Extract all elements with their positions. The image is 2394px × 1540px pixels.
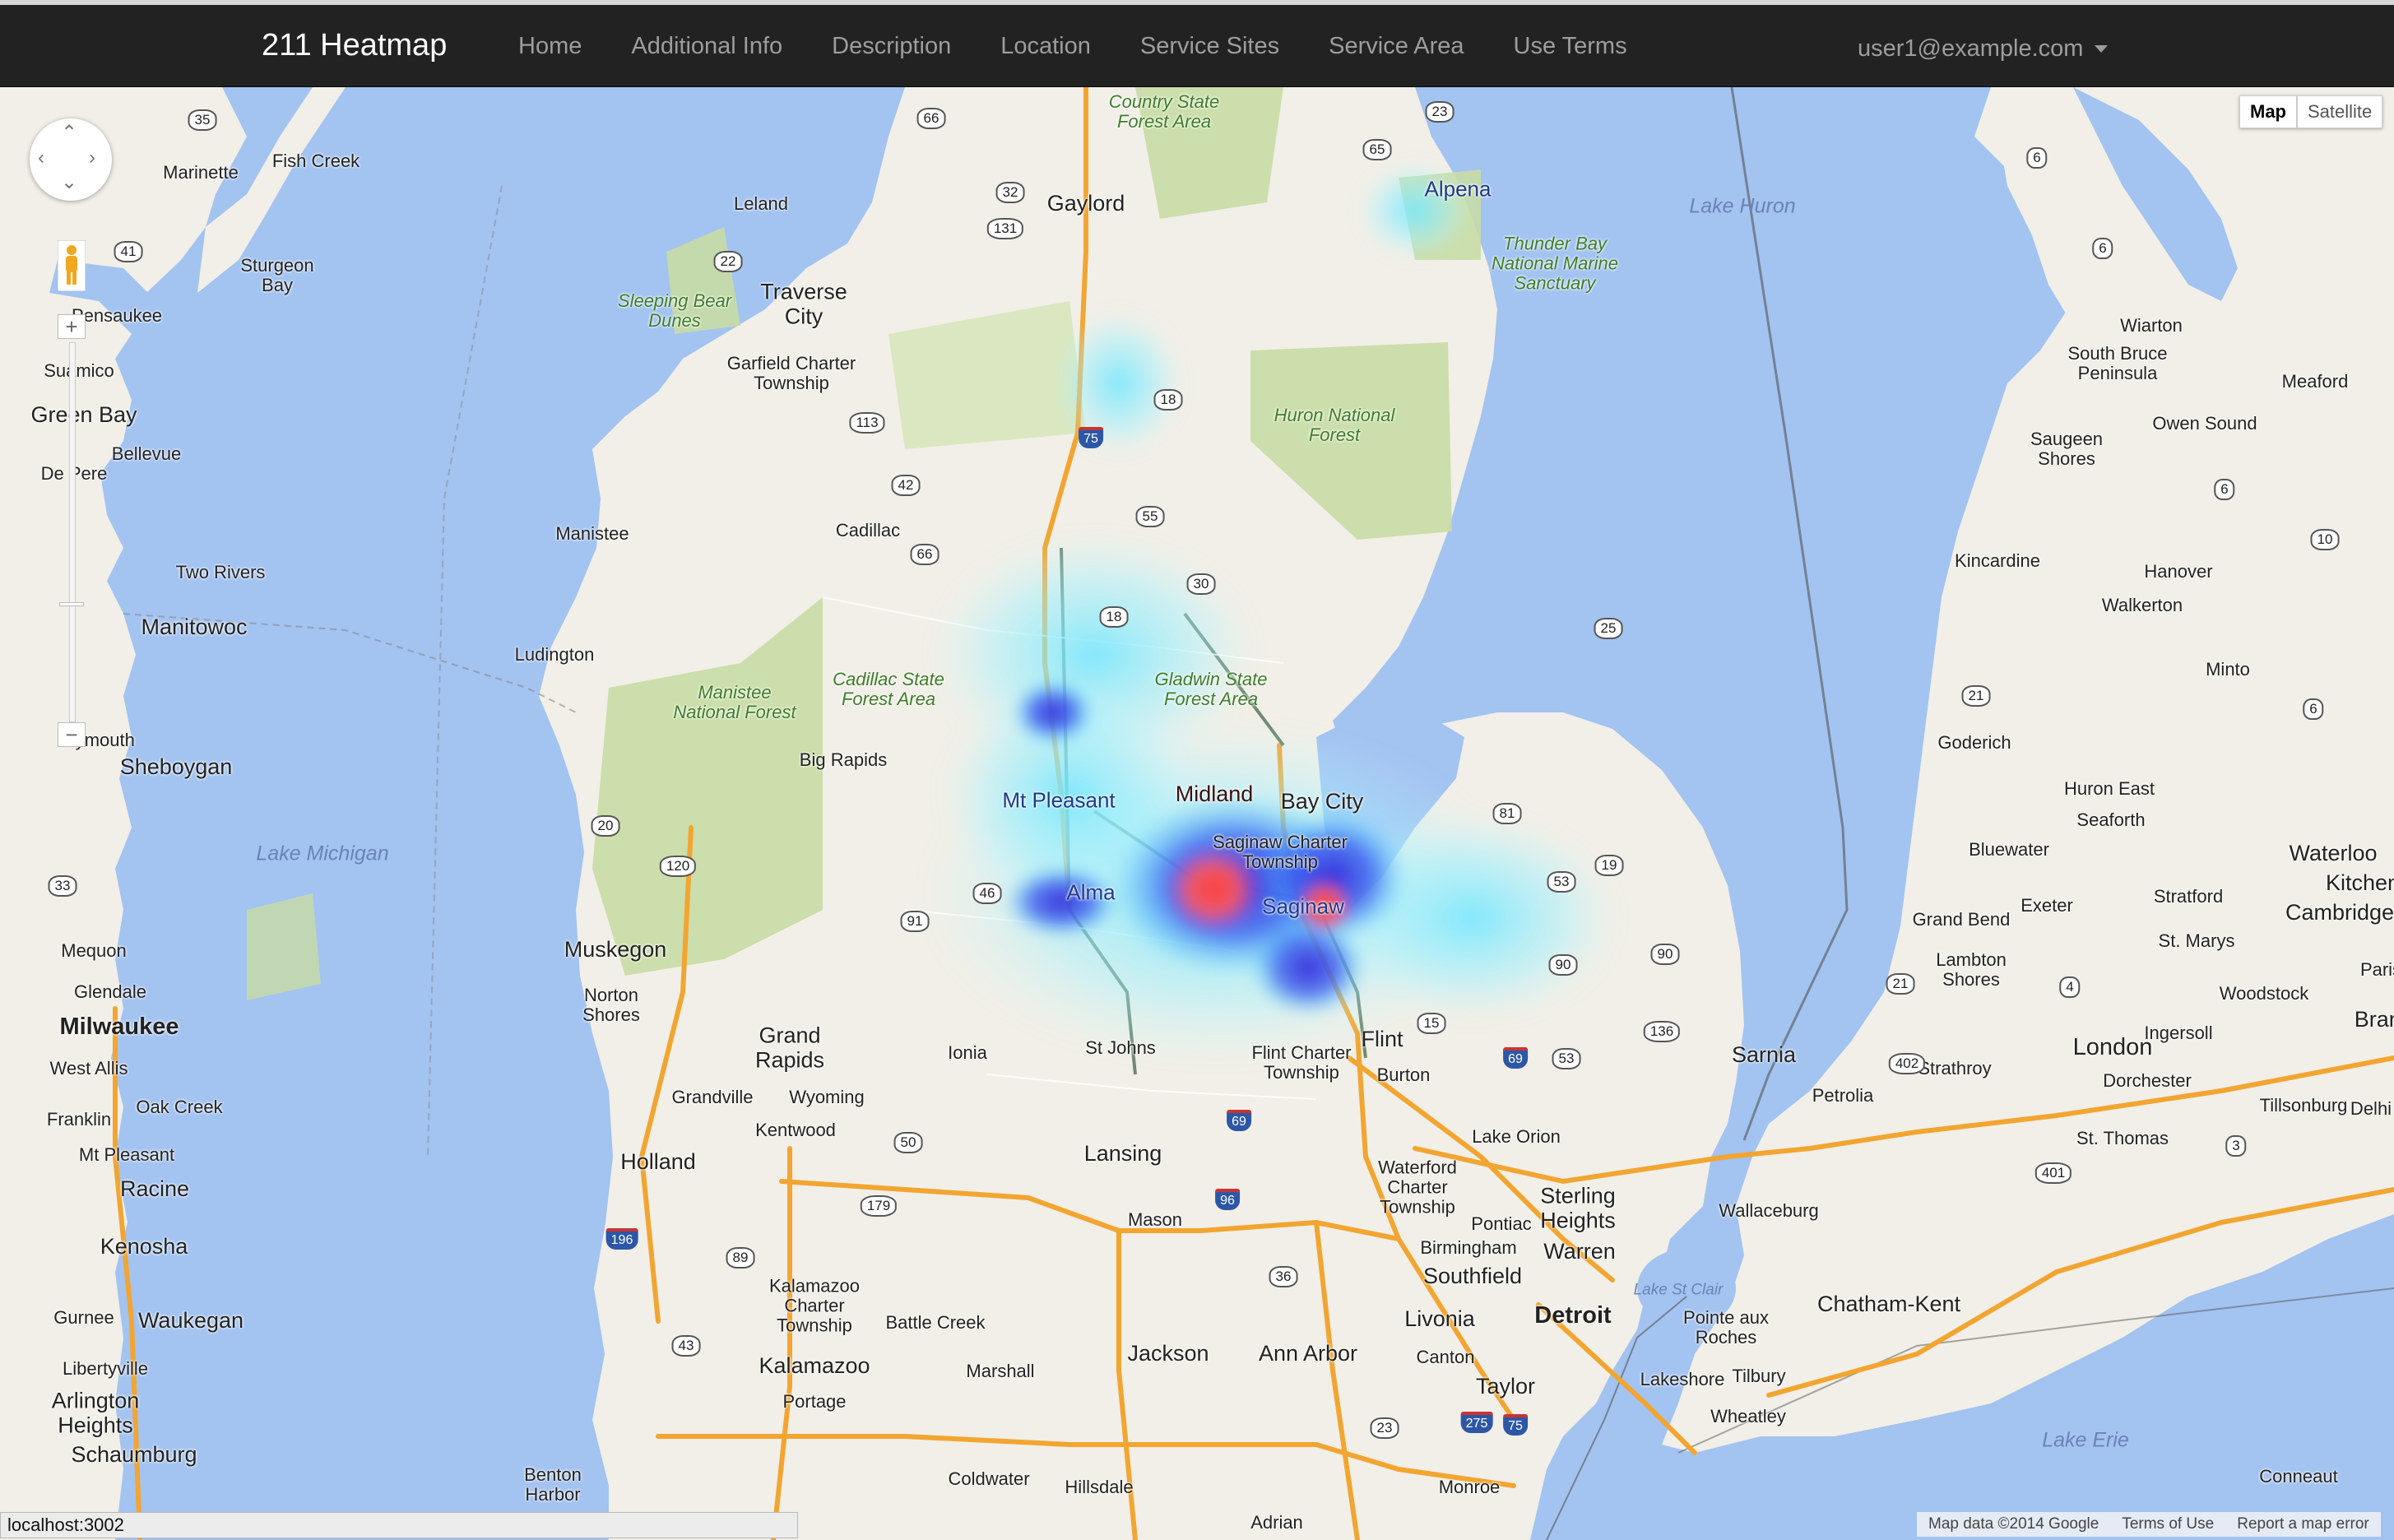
terms-of-use-link[interactable]: Terms of Use <box>2110 1512 2225 1537</box>
route-shield: 35 <box>188 109 217 131</box>
nav-link-service-area[interactable]: Service Area <box>1304 33 1488 60</box>
pan-control[interactable]: ⌃ ⌄ ‹ › <box>30 118 112 201</box>
route-shield: 113 <box>849 412 885 434</box>
route-shield: 18 <box>1099 606 1129 628</box>
zoom-in-button[interactable]: + <box>58 314 86 339</box>
map-type-control: Map Satellite <box>2239 95 2383 128</box>
route-shield: 36 <box>1269 1266 1298 1287</box>
route-shields: 35 66 23 41 65 32 131 22 18 75 113 42 55… <box>0 87 2394 1540</box>
route-shield: 30 <box>1186 573 1216 595</box>
nav-link-use-terms[interactable]: Use Terms <box>1489 33 1652 60</box>
route-shield: 53 <box>1547 871 1576 893</box>
route-shield: 65 <box>1362 139 1392 160</box>
route-shield: 55 <box>1135 506 1165 527</box>
map-data-credit: Map data ©2014 Google <box>1928 1515 2099 1533</box>
route-shield: 22 <box>713 251 743 272</box>
route-shield: 42 <box>891 475 921 496</box>
route-shield: 41 <box>114 241 143 262</box>
zoom-out-button[interactable]: − <box>58 722 86 747</box>
zoom-handle[interactable] <box>59 602 84 606</box>
route-shield: 50 <box>893 1132 923 1153</box>
route-shield: 6 <box>2026 147 2048 169</box>
route-shield: 3 <box>2225 1135 2247 1157</box>
route-shield: 25 <box>1594 618 1623 639</box>
nav-links: Home Additional Info Description Locatio… <box>494 5 1652 87</box>
street-view-pegman-icon[interactable] <box>58 240 86 291</box>
route-shield: 43 <box>671 1335 701 1357</box>
nav-link-service-sites[interactable]: Service Sites <box>1116 33 1304 60</box>
map-type-map-button[interactable]: Map <box>2239 95 2297 128</box>
route-shield: 90 <box>1650 944 1680 965</box>
interstate-shield: 75 <box>1079 427 1103 448</box>
pan-up-icon[interactable]: ⌃ <box>61 123 77 143</box>
route-shield: 21 <box>1886 973 1915 995</box>
interstate-shield: 196 <box>605 1228 638 1250</box>
route-shield: 19 <box>1594 855 1624 876</box>
brand-link[interactable]: 211 Heatmap <box>262 28 447 63</box>
map-type-satellite-button[interactable]: Satellite <box>2297 95 2383 128</box>
route-shield: 81 <box>1492 803 1522 824</box>
route-shield: 18 <box>1153 389 1183 411</box>
interstate-shield: 69 <box>1227 1110 1251 1131</box>
interstate-shield: 75 <box>1503 1414 1528 1436</box>
route-shield: 6 <box>2214 479 2235 500</box>
route-shield: 21 <box>1961 685 1991 707</box>
user-dropdown[interactable]: user1@example.com <box>1858 35 2109 63</box>
route-shield: 32 <box>995 182 1025 203</box>
zoom-slider[interactable]: + − <box>58 314 86 750</box>
route-shield: 89 <box>726 1247 755 1269</box>
route-shield: 6 <box>2092 238 2113 259</box>
route-shield: 402 <box>1888 1053 1926 1074</box>
route-shield: 91 <box>900 911 930 932</box>
pan-down-icon[interactable]: ⌄ <box>61 173 77 192</box>
nav-link-home[interactable]: Home <box>494 33 606 60</box>
route-shield: 10 <box>2310 529 2340 550</box>
interstate-shield: 275 <box>1460 1412 1493 1433</box>
route-shield: 46 <box>972 883 1002 904</box>
interstate-shield: 96 <box>1215 1189 1240 1210</box>
pan-right-icon[interactable]: › <box>89 148 95 168</box>
route-shield: 120 <box>659 856 697 877</box>
pan-left-icon[interactable]: ‹ <box>38 148 44 168</box>
route-shield: 179 <box>860 1195 898 1217</box>
nav-link-additional-info[interactable]: Additional Info <box>606 33 807 60</box>
route-shield: 53 <box>1552 1048 1581 1069</box>
route-shield: 15 <box>1417 1013 1446 1034</box>
route-shield: 33 <box>48 875 77 897</box>
nav-link-location[interactable]: Location <box>976 33 1116 60</box>
route-shield: 4 <box>2059 976 2081 998</box>
map-attribution: Map data ©2014 Google Terms of Use Repor… <box>1917 1512 2381 1537</box>
report-error-link[interactable]: Report a map error <box>2225 1512 2381 1537</box>
route-shield: 90 <box>1548 954 1578 976</box>
route-shield: 20 <box>591 815 620 837</box>
route-shield: 6 <box>2303 698 2324 720</box>
route-shield: 66 <box>910 544 940 565</box>
route-shield: 23 <box>1370 1417 1399 1439</box>
route-shield: 136 <box>1643 1021 1681 1042</box>
map-canvas[interactable]: Lake Huron Lake Michigan Lake Erie Lake … <box>0 87 2394 1540</box>
zoom-track[interactable] <box>69 342 76 722</box>
navbar: 211 Heatmap Home Additional Info Descrip… <box>0 0 2394 87</box>
interstate-shield: 69 <box>1503 1047 1528 1069</box>
nav-link-description[interactable]: Description <box>807 33 976 60</box>
caret-down-icon <box>2095 45 2109 53</box>
route-shield: 401 <box>2034 1162 2072 1184</box>
route-shield: 66 <box>916 108 946 129</box>
route-shield: 131 <box>986 218 1024 239</box>
browser-status-bar: localhost:3002 <box>0 1512 798 1538</box>
route-shield: 23 <box>1425 101 1454 123</box>
user-email: user1@example.com <box>1858 35 2084 62</box>
